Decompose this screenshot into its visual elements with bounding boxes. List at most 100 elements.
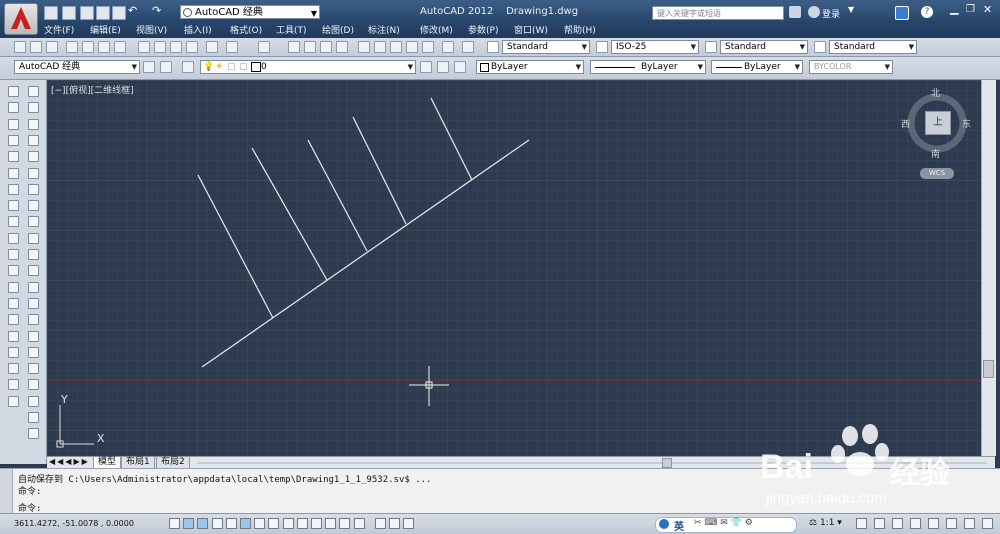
- command-line-grip[interactable]: [0, 469, 13, 513]
- viewcube-north[interactable]: 北: [931, 86, 940, 99]
- close-icon[interactable]: ✕: [983, 3, 992, 16]
- draw-add-selected-icon[interactable]: [8, 395, 19, 407]
- menu-item-6[interactable]: 绘图(D): [322, 23, 354, 36]
- lineweight-select[interactable]: ByLayer ▼: [711, 60, 803, 74]
- print-icon[interactable]: [112, 6, 126, 20]
- make-current-icon[interactable]: [420, 61, 432, 73]
- copy-icon[interactable]: [154, 41, 166, 53]
- redo-icon[interactable]: [258, 41, 270, 53]
- status-3d-osnap-toggle[interactable]: [254, 518, 266, 529]
- modify-chamfer-icon[interactable]: [28, 314, 39, 326]
- modify-scale-icon[interactable]: [28, 200, 39, 212]
- horizontal-scrollbar-thumb[interactable]: [662, 458, 672, 468]
- open-file-icon[interactable]: [62, 6, 76, 20]
- menu-item-4[interactable]: 格式(O): [230, 23, 262, 36]
- block-editor-icon[interactable]: [206, 41, 218, 53]
- draw-gradient-icon[interactable]: [8, 330, 19, 342]
- layer-manager-icon[interactable]: [182, 61, 194, 73]
- modify-explode-icon[interactable]: [28, 346, 39, 358]
- menu-item-11[interactable]: 帮助(H): [564, 23, 596, 36]
- viewcube-top-face[interactable]: 上: [925, 111, 951, 135]
- draw-spline-icon[interactable]: [8, 216, 19, 228]
- status-quick-view-layouts-button[interactable]: [389, 518, 400, 529]
- status-otrack-toggle[interactable]: [268, 518, 280, 529]
- drawing-canvas[interactable]: [−][俯视][二维线框] Y X 北 南 西 东 上 WCS: [47, 80, 981, 456]
- status-transparency-toggle[interactable]: [325, 518, 337, 529]
- menu-item-10[interactable]: 窗口(W): [514, 23, 548, 36]
- zoom-window-icon[interactable]: [320, 41, 332, 53]
- draw-arc-icon[interactable]: [8, 167, 19, 179]
- status-quick-properties-toggle[interactable]: [339, 518, 351, 529]
- 3d-print-icon[interactable]: [114, 41, 126, 53]
- menu-item-8[interactable]: 修改(M): [420, 23, 453, 36]
- draw-table-icon[interactable]: [8, 363, 19, 375]
- menu-item-2[interactable]: 视图(V): [136, 23, 167, 36]
- layer-match-icon[interactable]: [454, 61, 466, 73]
- modify-block-icon[interactable]: [28, 395, 39, 407]
- status-polar-toggle[interactable]: [225, 518, 237, 529]
- draw-revision-cloud-icon[interactable]: [8, 200, 19, 212]
- draw-rectangle-icon[interactable]: [8, 151, 19, 163]
- plot-preview-icon[interactable]: [82, 41, 94, 53]
- table-style-select[interactable]: Standard ▼: [720, 40, 808, 54]
- plot-icon[interactable]: [66, 41, 78, 53]
- tool-palettes-icon[interactable]: [390, 41, 402, 53]
- status-model-space-button[interactable]: [375, 518, 386, 529]
- help-icon[interactable]: [462, 41, 474, 53]
- binoculars-icon[interactable]: [789, 6, 801, 18]
- redo-icon[interactable]: ↷: [152, 4, 161, 17]
- new-icon[interactable]: [14, 41, 26, 53]
- markup-icon[interactable]: [422, 41, 434, 53]
- modify-erase-icon[interactable]: [28, 86, 39, 97]
- menu-item-5[interactable]: 工具(T): [276, 23, 307, 36]
- status-selection-cycling-toggle[interactable]: [353, 518, 365, 529]
- workspace-select[interactable]: AutoCAD 经典 ▼: [180, 5, 320, 19]
- status-grid-toggle[interactable]: [197, 518, 209, 529]
- draw-line-icon[interactable]: [8, 86, 19, 97]
- save-icon[interactable]: [46, 41, 58, 53]
- draw-insert-block-icon[interactable]: [8, 265, 19, 277]
- modify-attribute-icon[interactable]: [28, 428, 39, 440]
- modify-array-icon[interactable]: [28, 151, 39, 163]
- cut-icon[interactable]: [138, 41, 150, 53]
- draw-circle-icon[interactable]: [8, 183, 19, 195]
- tab-nav-arrows-icon[interactable]: ◀◀◀▶▶: [49, 457, 90, 466]
- design-center-icon[interactable]: [374, 41, 386, 53]
- layer-select[interactable]: 💡 ☀ ▢ ▢ 0 ▼: [200, 60, 416, 74]
- save-icon[interactable]: [80, 6, 94, 20]
- undo-icon[interactable]: [226, 41, 238, 53]
- draw-make-block-icon[interactable]: [8, 281, 19, 293]
- status-infer-constraints-toggle[interactable]: [169, 518, 180, 529]
- modify-rotate-icon[interactable]: [28, 183, 39, 195]
- menu-item-7[interactable]: 标注(N): [368, 23, 400, 36]
- layer-properties-icon[interactable]: [160, 61, 172, 73]
- color-select[interactable]: ByLayer ▼: [476, 60, 584, 74]
- modify-layer-icon[interactable]: [28, 379, 39, 391]
- viewcube-east[interactable]: 东: [962, 117, 971, 130]
- modify-break-icon[interactable]: [28, 281, 39, 293]
- match-properties-icon[interactable]: [186, 41, 198, 53]
- viewcube-west[interactable]: 西: [901, 117, 910, 130]
- menu-item-0[interactable]: 文件(F): [44, 23, 74, 36]
- text-style-select[interactable]: Standard ▼: [502, 40, 590, 54]
- modify-properties-icon[interactable]: [28, 363, 39, 375]
- help-icon[interactable]: ?: [921, 6, 933, 18]
- save-as-icon[interactable]: [96, 6, 110, 20]
- status-lineweight-toggle[interactable]: [311, 518, 322, 529]
- modify-join-icon[interactable]: [28, 297, 39, 309]
- modify-offset-icon[interactable]: [28, 134, 39, 146]
- pan-icon[interactable]: [288, 41, 300, 53]
- search-input[interactable]: 键入关键字或短语: [652, 6, 784, 20]
- ime-language[interactable]: 英: [674, 518, 684, 533]
- application-menu-button[interactable]: [4, 3, 38, 35]
- dropdown-icon[interactable]: ▼: [848, 5, 854, 14]
- draw-polyline-icon[interactable]: [8, 118, 19, 130]
- modify-stretch-icon[interactable]: [28, 216, 39, 228]
- status-dyn-toggle[interactable]: [296, 518, 308, 529]
- publish-icon[interactable]: [98, 41, 110, 53]
- new-file-icon[interactable]: [44, 6, 58, 20]
- modify-insert-icon[interactable]: [28, 412, 39, 423]
- draw-hatch-icon[interactable]: [8, 314, 19, 326]
- workspace-combo[interactable]: AutoCAD 经典 ▼: [14, 60, 140, 74]
- draw-multiline-text-icon[interactable]: [8, 379, 19, 391]
